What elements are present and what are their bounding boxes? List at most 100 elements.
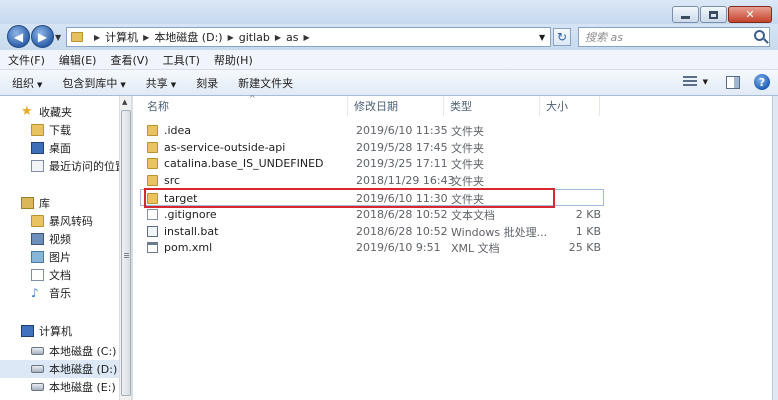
- file-size: [581, 139, 601, 156]
- scrollbar-thumb[interactable]: [121, 110, 131, 396]
- file-row[interactable]: install.bat 2018/6/28 10:52 Windows 批处理.…: [141, 223, 733, 240]
- nav-label: 文档: [49, 269, 71, 282]
- recent-pages-dropdown[interactable]: ▼: [55, 33, 61, 42]
- file-type: 文本文档: [451, 208, 495, 222]
- breadcrumb-as[interactable]: as: [286, 31, 298, 44]
- batch-file-icon: [147, 226, 158, 237]
- breadcrumb-gitlab[interactable]: gitlab: [239, 31, 270, 44]
- minimize-icon: [681, 15, 690, 19]
- refresh-button[interactable]: ↻: [553, 28, 571, 46]
- nav-documents[interactable]: 文档: [0, 266, 119, 284]
- organize-label: 组织: [12, 76, 34, 90]
- file-size: 25 KB: [568, 241, 601, 254]
- chevron-down-icon: ▼: [37, 80, 43, 89]
- burn-button[interactable]: 刻录: [196, 75, 218, 91]
- nav-favorites[interactable]: ★ 收藏夹: [0, 103, 119, 121]
- nav-pane-scrollbar[interactable]: ▲: [119, 96, 132, 400]
- folder-icon: [147, 158, 158, 169]
- file-size: [581, 122, 601, 139]
- file-size: 2 KB: [575, 208, 601, 221]
- breadcrumb-computer[interactable]: 计算机: [105, 29, 138, 45]
- column-header-size[interactable]: 大小: [540, 96, 600, 116]
- minimize-button[interactable]: [672, 6, 699, 23]
- nav-label: 音乐: [49, 287, 71, 300]
- menu-help[interactable]: 帮助(H): [214, 52, 253, 68]
- address-history-dropdown[interactable]: ▼: [539, 33, 545, 42]
- search-input[interactable]: 搜索 as: [578, 27, 770, 47]
- folder-icon: [31, 215, 44, 227]
- view-controls: ▼ ?: [682, 74, 770, 90]
- nav-videos[interactable]: 视频: [0, 230, 119, 248]
- chevron-down-icon: ▼: [120, 80, 126, 89]
- menu-file[interactable]: 文件(F): [8, 52, 45, 68]
- file-row[interactable]: as-service-outside-api 2019/5/28 17:45 文…: [141, 139, 733, 156]
- video-library-icon: [31, 233, 44, 245]
- file-name-text: catalina.base_IS_UNDEFINED: [164, 157, 324, 170]
- breadcrumb-drive-d[interactable]: 本地磁盘 (D:): [154, 29, 222, 45]
- menu-tools[interactable]: 工具(T): [163, 52, 200, 68]
- file-size: 1 KB: [575, 225, 601, 238]
- scroll-up-icon[interactable]: ▲: [122, 98, 127, 106]
- nav-libraries[interactable]: 库: [0, 194, 119, 212]
- maximize-button[interactable]: [700, 6, 727, 23]
- refresh-icon: ↻: [556, 30, 568, 44]
- column-header-name[interactable]: 名称 ^: [141, 94, 348, 116]
- close-icon: ✕: [745, 8, 755, 21]
- view-dropdown[interactable]: ▼: [703, 78, 708, 86]
- file-row[interactable]: pom.xml 2019/6/10 9:51 XML 文档 25 KB: [141, 239, 733, 256]
- back-button[interactable]: ◀: [7, 25, 30, 48]
- menu-edit[interactable]: 编辑(E): [59, 52, 97, 68]
- chevron-right-icon[interactable]: ▶: [304, 33, 310, 42]
- chevron-right-icon[interactable]: ▶: [94, 33, 100, 42]
- picture-library-icon: [31, 251, 44, 263]
- nav-pictures[interactable]: 图片: [0, 248, 119, 266]
- file-date: 2018/6/28 10:52: [356, 208, 448, 221]
- nav-drive-e[interactable]: 本地磁盘 (E:): [0, 378, 119, 396]
- maximize-icon: [709, 10, 718, 19]
- help-icon[interactable]: ?: [754, 74, 770, 90]
- forward-arrow-icon: ▶: [37, 29, 48, 44]
- include-in-library-button[interactable]: 包含到库中 ▼: [62, 75, 125, 91]
- organize-button[interactable]: 组织 ▼: [12, 75, 42, 91]
- file-size: [581, 172, 601, 189]
- chevron-right-icon[interactable]: ▶: [275, 33, 281, 42]
- nav-label: 本地磁盘 (C:): [49, 345, 117, 358]
- file-name: src: [147, 172, 180, 189]
- xml-file-icon: [147, 242, 158, 253]
- view-details-icon[interactable]: [682, 76, 697, 88]
- nav-drive-d[interactable]: 本地磁盘 (D:): [0, 360, 119, 378]
- chevron-right-icon[interactable]: ▶: [143, 33, 149, 42]
- forward-button[interactable]: ▶: [31, 25, 54, 48]
- file-name: .gitignore: [147, 206, 217, 223]
- nav-computer[interactable]: 计算机: [0, 322, 119, 340]
- new-folder-button[interactable]: 新建文件夹: [238, 75, 293, 91]
- column-header-date[interactable]: 修改日期: [348, 96, 444, 116]
- column-header-type[interactable]: 类型: [444, 96, 540, 116]
- preview-pane-icon[interactable]: [726, 75, 740, 89]
- chevron-right-icon[interactable]: ▶: [228, 33, 234, 42]
- folder-icon: [71, 32, 83, 42]
- file-row[interactable]: .gitignore 2018/6/28 10:52 文本文档 2 KB: [141, 206, 733, 223]
- nav-drive-c[interactable]: 本地磁盘 (C:): [0, 342, 119, 360]
- menu-view[interactable]: 查看(V): [110, 52, 148, 68]
- command-bar: 组织 ▼ 包含到库中 ▼ 共享 ▼ 刻录 新建文件夹 ▼ ?: [0, 70, 778, 96]
- file-row[interactable]: catalina.base_IS_UNDEFINED 2019/3/25 17:…: [141, 155, 733, 172]
- sort-ascending-icon: ^: [249, 94, 256, 103]
- drive-icon: [31, 347, 44, 355]
- file-row[interactable]: .idea 2019/6/10 11:35 文件夹: [141, 122, 733, 139]
- file-name: .idea: [147, 122, 191, 139]
- nav-storm-codec[interactable]: 暴风转码: [0, 212, 119, 230]
- nav-recent-places[interactable]: 最近访问的位置: [0, 157, 119, 175]
- file-row[interactable]: src 2018/11/29 16:43 文件夹: [141, 172, 733, 189]
- close-button[interactable]: ✕: [728, 6, 772, 23]
- share-button[interactable]: 共享 ▼: [146, 75, 176, 91]
- nav-music[interactable]: ♪ 音乐: [0, 284, 119, 302]
- grip-icon: [124, 253, 129, 259]
- nav-desktop[interactable]: 桌面: [0, 139, 119, 157]
- nav-label: 收藏夹: [39, 106, 72, 119]
- navigation-pane: ★ 收藏夹 下载 桌面 最近访问的位置 库 暴风转码 视频 图片 文档 ♪ 音乐 计…: [0, 96, 119, 400]
- search-icon[interactable]: [754, 30, 765, 41]
- address-bar[interactable]: ▶ 计算机 ▶ 本地磁盘 (D:) ▶ gitlab ▶ as ▶: [66, 27, 551, 47]
- file-name-text: .gitignore: [164, 208, 217, 221]
- nav-downloads[interactable]: 下载: [0, 121, 119, 139]
